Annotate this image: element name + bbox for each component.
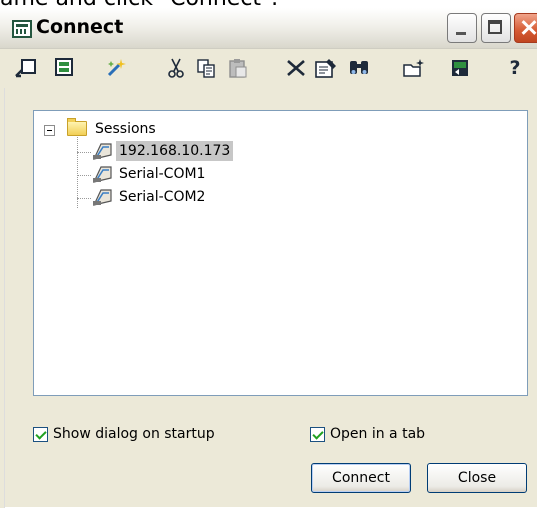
open-in-tab-checkbox[interactable] [310, 426, 325, 442]
open-in-tab-label: Open in a tab [330, 426, 426, 442]
collapse-expander-icon[interactable] [44, 125, 55, 136]
session-item-serial-com1[interactable]: Serial-COM1 [116, 164, 208, 184]
show-dialog-option[interactable]: Show dialog on startup [33, 423, 215, 445]
show-dialog-label: Show dialog on startup [53, 426, 215, 442]
quick-connect-icon[interactable] [12, 54, 40, 82]
window-title: Connect [36, 16, 124, 38]
toolbar: ? [0, 52, 537, 88]
desktop-shortcut-icon[interactable] [446, 54, 474, 82]
session-tree[interactable]: Sessions 192.168.10.173 Serial-COM1 Seri… [33, 110, 528, 396]
tree-connector [77, 198, 91, 199]
tree-root-sessions[interactable]: Sessions [92, 119, 159, 139]
maximize-button[interactable] [481, 13, 511, 43]
session-item-192-168-10-173[interactable]: 192.168.10.173 [116, 141, 234, 161]
paste-icon[interactable] [224, 54, 252, 82]
delete-icon[interactable] [282, 54, 310, 82]
title-bar[interactable]: Connect [0, 8, 537, 49]
find-icon[interactable] [345, 54, 373, 82]
close-button[interactable]: Close [427, 463, 527, 493]
folder-icon [67, 118, 87, 136]
copy-icon[interactable] [192, 54, 220, 82]
new-folder-icon[interactable] [400, 54, 428, 82]
session-icon [91, 164, 112, 183]
show-dialog-checkbox[interactable] [33, 426, 48, 442]
tree-connector [77, 152, 91, 153]
properties-icon[interactable] [312, 54, 340, 82]
minimize-button[interactable] [447, 13, 477, 43]
open-in-tab-option[interactable]: Open in a tab [310, 423, 425, 445]
tree-connector [77, 175, 91, 176]
help-icon[interactable]: ? [501, 54, 529, 82]
connect-in-tab-icon[interactable] [50, 54, 78, 82]
connect-button[interactable]: Connect [311, 463, 411, 493]
connect-dialog: Connect ? Sessions 192.168.10.173 Serial… [0, 8, 537, 508]
session-icon [91, 141, 112, 160]
app-icon [12, 20, 32, 38]
cut-icon[interactable] [162, 54, 190, 82]
dialog-left-edge [0, 88, 5, 508]
close-window-button[interactable] [514, 13, 537, 43]
session-item-serial-com2[interactable]: Serial-COM2 [116, 187, 208, 207]
new-session-icon[interactable] [103, 54, 131, 82]
session-icon [91, 187, 112, 206]
